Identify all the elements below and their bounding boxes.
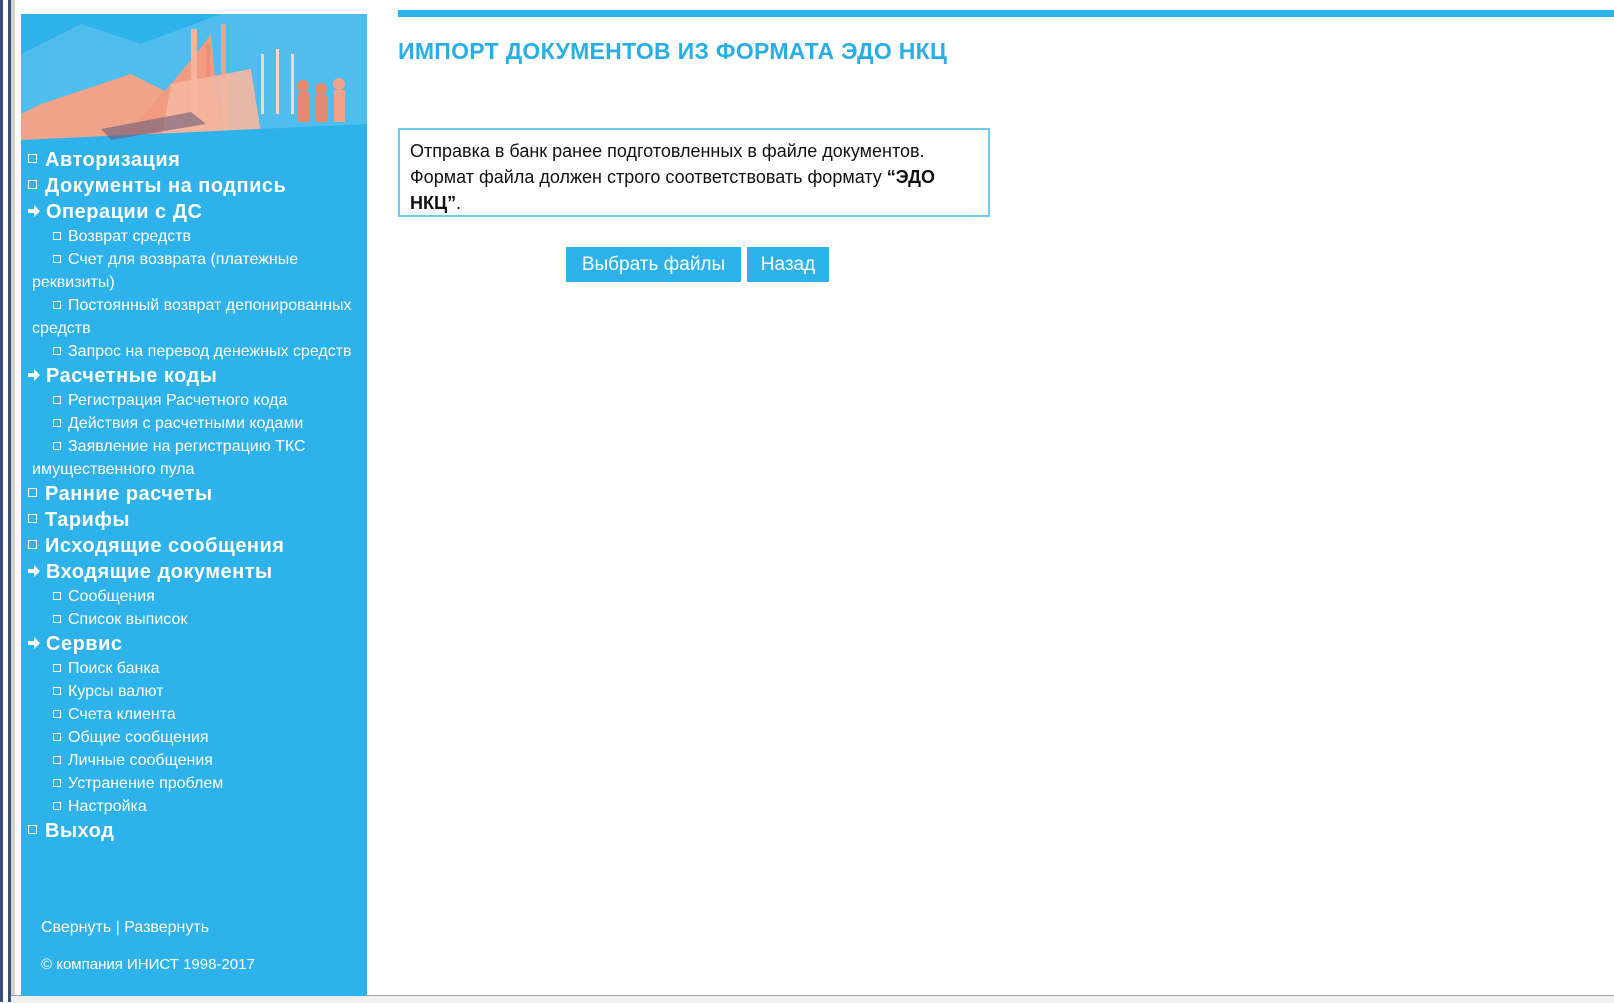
submenu-item-code-actions[interactable]: Действия с расчетными кодами (21, 412, 367, 435)
arrow-right-icon (28, 636, 40, 649)
info-text: Отправка в банк ранее подготовленных в ф… (410, 141, 925, 187)
arrow-right-icon (28, 564, 40, 577)
arrow-right-icon (28, 204, 40, 217)
square-bullet-icon (53, 346, 61, 355)
choose-files-button[interactable]: Выбрать файлы (566, 247, 741, 282)
square-bullet-icon (53, 441, 61, 450)
square-bullet-icon (28, 180, 37, 190)
submenu-item-bank-search[interactable]: Поиск банка (21, 657, 367, 680)
square-bullet-icon (53, 755, 61, 764)
arrow-right-icon (28, 368, 40, 381)
back-button[interactable]: Назад (747, 247, 829, 282)
submenu-item-code-registration[interactable]: Регистрация Расчетного кода (21, 389, 367, 412)
submenu-item-refund-account[interactable]: Счет для возврата (платежные реквизиты) (21, 248, 362, 294)
expand-link[interactable]: Развернуть (124, 919, 209, 936)
menu-item-service[interactable]: Сервис (21, 631, 367, 657)
submenu-item-permanent-refund[interactable]: Постоянный возврат депонированных средст… (21, 294, 362, 340)
submenu-item-troubleshooting[interactable]: Устранение проблем (21, 772, 367, 795)
submenu-item-tks-application[interactable]: Заявление на регистрацию ТКС имущественн… (21, 435, 362, 481)
submenu-item-client-accounts[interactable]: Счета клиента (21, 703, 367, 726)
square-bullet-icon (28, 514, 37, 524)
menu-item-ds-operations[interactable]: Операции с ДС (21, 199, 367, 225)
square-bullet-icon (53, 709, 61, 718)
square-bullet-icon (53, 778, 61, 787)
square-bullet-icon (53, 395, 61, 404)
submenu-item-exchange-rates[interactable]: Курсы валют (21, 680, 367, 703)
submenu-item-personal-messages[interactable]: Личные сообщения (21, 749, 367, 772)
header-bar (398, 10, 1614, 17)
sidebar-menu: Авторизация Документы на подпись Операци… (21, 147, 367, 844)
square-bullet-icon (53, 231, 61, 240)
square-bullet-icon (28, 540, 37, 550)
menu-item-outgoing-messages[interactable]: Исходящие сообщения (21, 533, 367, 559)
menu-item-tariffs[interactable]: Тарифы (21, 507, 367, 533)
submenu-item-transfer-request[interactable]: Запрос на перевод денежных средств (21, 340, 362, 363)
square-bullet-icon (28, 154, 37, 164)
menu-item-settlement-codes[interactable]: Расчетные коды (21, 363, 367, 389)
menu-item-exit[interactable]: Выход (21, 818, 367, 844)
menu-item-authorization[interactable]: Авторизация (21, 147, 367, 173)
copyright: © компания ИНИСТ 1998-2017 (41, 956, 255, 973)
square-bullet-icon (28, 488, 37, 498)
square-bullet-icon (28, 825, 37, 835)
banner-image (21, 14, 367, 140)
menu-item-incoming-docs[interactable]: Входящие документы (21, 559, 367, 585)
footer-separator: | (115, 919, 120, 936)
submenu-item-statements[interactable]: Список выписок (21, 608, 367, 631)
info-text-end: . (456, 193, 462, 213)
square-bullet-icon (53, 591, 61, 600)
square-bullet-icon (53, 614, 61, 623)
sidebar: Авторизация Документы на подпись Операци… (21, 14, 367, 996)
page-title: ИМПОРТ ДОКУМЕНТОВ ИЗ ФОРМАТА ЭДО НКЦ (398, 38, 948, 64)
square-bullet-icon (53, 418, 61, 427)
menu-item-early-settlements[interactable]: Ранние расчеты (21, 481, 367, 507)
square-bullet-icon (53, 801, 61, 810)
collapse-link[interactable]: Свернуть (41, 919, 111, 936)
square-bullet-icon (53, 300, 61, 309)
menu-item-docs-to-sign[interactable]: Документы на подпись (21, 173, 367, 199)
submenu-item-refund[interactable]: Возврат средств (21, 225, 367, 248)
submenu-item-messages[interactable]: Сообщения (21, 585, 367, 608)
square-bullet-icon (53, 732, 61, 741)
submenu-item-general-messages[interactable]: Общие сообщения (21, 726, 367, 749)
window-frame-left-bevel (11, 0, 15, 1002)
sidebar-footer-links: Свернуть | Развернуть (41, 919, 209, 937)
submenu-item-settings[interactable]: Настройка (21, 795, 367, 818)
square-bullet-icon (53, 254, 61, 263)
window-frame-left (0, 0, 3, 1002)
square-bullet-icon (53, 663, 61, 672)
info-box: Отправка в банк ранее подготовленных в ф… (398, 128, 990, 217)
square-bullet-icon (53, 686, 61, 695)
